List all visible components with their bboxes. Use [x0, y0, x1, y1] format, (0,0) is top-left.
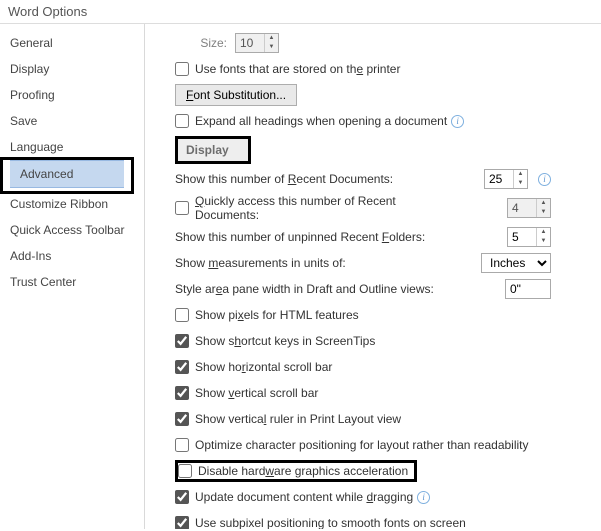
down-arrow-icon: ▼	[265, 43, 278, 52]
unpinned-folders-spinner[interactable]: ▲▼	[507, 227, 551, 247]
v-scroll-checkbox[interactable]	[175, 386, 189, 400]
disable-hwaccel-checkbox[interactable]	[178, 464, 192, 478]
font-substitution-button[interactable]: Font Substitution...	[175, 84, 297, 106]
sidebar: General Display Proofing Save Language A…	[0, 24, 145, 529]
quick-access-label: Quickly access this number of Recent Doc…	[195, 194, 441, 222]
sidebar-item-advanced[interactable]: Advanced	[10, 160, 124, 188]
expand-headings-checkbox[interactable]	[175, 114, 189, 128]
sidebar-item-save[interactable]: Save	[0, 108, 144, 134]
disable-hwaccel-label: Disable hardware graphics acceleration	[198, 464, 408, 478]
up-arrow-icon[interactable]: ▲	[514, 170, 527, 179]
expand-headings-label: Expand all headings when opening a docum…	[195, 114, 447, 128]
recent-docs-input[interactable]	[485, 170, 513, 188]
style-area-label: Style area pane width in Draft and Outli…	[175, 282, 435, 296]
quick-access-spinner: ▲▼	[507, 198, 551, 218]
info-icon[interactable]: i	[538, 173, 551, 186]
window-title: Word Options	[0, 0, 601, 24]
h-scroll-checkbox[interactable]	[175, 360, 189, 374]
v-scroll-label: Show vertical scroll bar	[195, 386, 318, 400]
subpixel-checkbox[interactable]	[175, 516, 189, 529]
shortcut-keys-label: Show shortcut keys in ScreenTips	[195, 334, 375, 348]
unpinned-folders-label: Show this number of unpinned Recent Fold…	[175, 230, 435, 244]
sidebar-item-addins[interactable]: Add-Ins	[0, 243, 144, 269]
units-label: Show measurements in units of:	[175, 256, 435, 270]
style-area-input[interactable]	[505, 279, 551, 299]
sidebar-item-qat[interactable]: Quick Access Toolbar	[0, 217, 144, 243]
size-input	[236, 34, 264, 52]
subpixel-label: Use subpixel positioning to smooth fonts…	[195, 516, 466, 529]
use-printer-fonts-checkbox[interactable]	[175, 62, 189, 76]
main-panel: Size: ▲▼ Use fonts that are stored on th…	[145, 24, 601, 529]
size-spinner: ▲▼	[235, 33, 279, 53]
sidebar-advanced-highlight: Advanced	[0, 157, 134, 194]
quick-access-checkbox[interactable]	[175, 201, 189, 215]
optimize-pos-label: Optimize character positioning for layou…	[195, 438, 529, 452]
sidebar-item-customize-ribbon[interactable]: Customize Ribbon	[0, 191, 144, 217]
disable-hwaccel-highlight: Disable hardware graphics acceleration	[175, 460, 417, 482]
up-arrow-icon: ▲	[537, 199, 550, 208]
sidebar-item-proofing[interactable]: Proofing	[0, 82, 144, 108]
sidebar-item-general[interactable]: General	[0, 30, 144, 56]
display-header-highlight: Display	[175, 136, 251, 164]
options-container: General Display Proofing Save Language A…	[0, 24, 601, 529]
up-arrow-icon[interactable]: ▲	[537, 228, 550, 237]
quick-access-input	[508, 199, 536, 217]
pixels-html-checkbox[interactable]	[175, 308, 189, 322]
v-ruler-label: Show vertical ruler in Print Layout view	[195, 412, 401, 426]
sidebar-item-trust-center[interactable]: Trust Center	[0, 269, 144, 295]
down-arrow-icon: ▼	[537, 208, 550, 217]
info-icon[interactable]: i	[451, 115, 464, 128]
units-select[interactable]: Inches	[481, 253, 551, 273]
recent-docs-spinner[interactable]: ▲▼	[484, 169, 528, 189]
info-icon[interactable]: i	[417, 491, 430, 504]
use-printer-fonts-label: Use fonts that are stored on the printer	[195, 62, 400, 76]
size-label: Size:	[175, 36, 235, 50]
shortcut-keys-checkbox[interactable]	[175, 334, 189, 348]
up-arrow-icon: ▲	[265, 34, 278, 43]
update-drag-checkbox[interactable]	[175, 490, 189, 504]
down-arrow-icon[interactable]: ▼	[537, 237, 550, 246]
sidebar-item-display[interactable]: Display	[0, 56, 144, 82]
recent-docs-label: Show this number of Recent Documents:	[175, 172, 435, 186]
update-drag-label: Update document content while dragging	[195, 490, 413, 504]
down-arrow-icon[interactable]: ▼	[514, 179, 527, 188]
h-scroll-label: Show horizontal scroll bar	[195, 360, 332, 374]
optimize-pos-checkbox[interactable]	[175, 438, 189, 452]
display-section-header: Display	[178, 139, 248, 161]
unpinned-folders-input[interactable]	[508, 228, 536, 246]
pixels-html-label: Show pixels for HTML features	[195, 308, 359, 322]
v-ruler-checkbox[interactable]	[175, 412, 189, 426]
